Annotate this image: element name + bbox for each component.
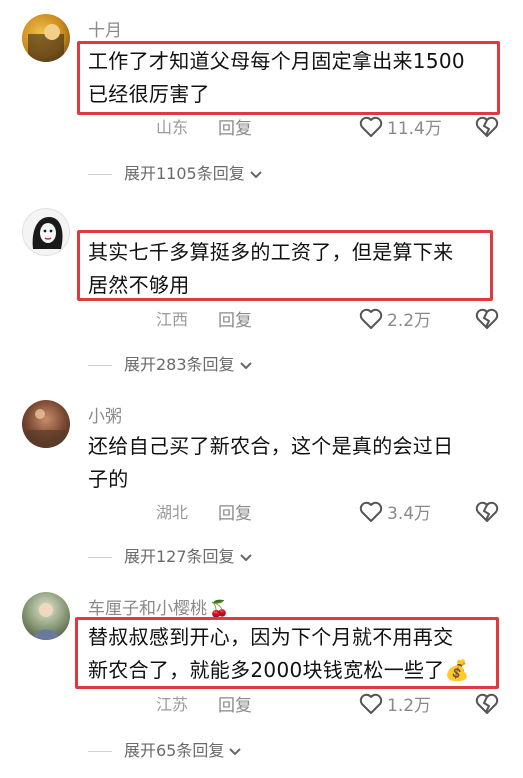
chevron-down-icon <box>239 548 253 567</box>
comment-text: 替叔叔感到开心，因为下个月就不用再交 新农合了，就能多2000块钱宽松一些了💰 <box>88 621 498 687</box>
username-text: 车厘子和小樱桃 <box>88 599 207 619</box>
divider <box>88 557 112 558</box>
reply-button[interactable]: 回复 <box>218 306 252 331</box>
comment-line: 还给自己买了新农合，这个是真的会过日 <box>88 434 454 458</box>
broken-heart-icon[interactable] <box>474 499 500 529</box>
expand-label: 展开1105条回复 <box>124 164 245 183</box>
comment-text: 其实七千多算挺多的工资了，但是算下来 居然不够用 <box>88 236 498 302</box>
location-label: 江苏 <box>156 695 189 714</box>
location-label: 湖北 <box>156 503 189 522</box>
comment-meta: 江西 回复 2.2万 <box>0 306 523 336</box>
like-count: 3.4万 <box>387 504 432 524</box>
comment-meta: 山东 回复 11.4万 <box>0 114 523 144</box>
avatar[interactable] <box>22 592 70 640</box>
comment-line: 居然不够用 <box>88 273 190 297</box>
heart-icon[interactable] <box>358 500 384 528</box>
comment-line-text: 新农合了，就能多2000块钱宽松一些了 <box>88 658 445 682</box>
expand-replies-button[interactable]: 展开1105条回复 <box>88 160 263 184</box>
money-bag-icon: 💰 <box>444 658 470 682</box>
expand-label: 展开127条回复 <box>124 547 235 566</box>
username[interactable]: 十月 <box>88 16 122 41</box>
comment-meta: 江苏 回复 1.2万 <box>0 691 523 721</box>
heart-icon[interactable] <box>358 692 384 720</box>
location-label: 江西 <box>156 310 189 329</box>
avatar[interactable] <box>22 14 70 62</box>
like-count: 1.2万 <box>387 696 432 716</box>
expand-replies-button[interactable]: 展开283条回复 <box>88 351 253 375</box>
chevron-down-icon <box>239 356 253 375</box>
broken-heart-icon[interactable] <box>474 114 500 144</box>
like-count: 2.2万 <box>387 311 432 331</box>
comment-line: 其实七千多算挺多的工资了，但是算下来 <box>88 240 454 264</box>
reply-button[interactable]: 回复 <box>218 499 252 524</box>
comment-meta: 湖北 回复 3.4万 <box>0 499 523 529</box>
avatar[interactable] <box>22 208 70 256</box>
like-count: 11.4万 <box>387 119 442 139</box>
expand-replies-button[interactable]: 展开127条回复 <box>88 543 253 567</box>
comment-line: 新农合了，就能多2000块钱宽松一些了💰 <box>88 654 498 687</box>
comment-text: 还给自己买了新农合，这个是真的会过日 子的 <box>88 430 498 496</box>
comment-line: 替叔叔感到开心，因为下个月就不用再交 <box>88 625 454 649</box>
heart-icon[interactable] <box>358 115 384 143</box>
expand-label: 展开283条回复 <box>124 355 235 374</box>
comment-line: 子的 <box>88 467 129 491</box>
chevron-down-icon <box>228 742 242 761</box>
reply-button[interactable]: 回复 <box>218 691 252 716</box>
reply-button[interactable]: 回复 <box>218 114 252 139</box>
divider <box>88 365 112 366</box>
username[interactable]: 车厘子和小樱桃 🍒 <box>88 594 229 619</box>
broken-heart-icon[interactable] <box>474 691 500 721</box>
expand-replies-button[interactable]: 展开65条回复 <box>88 737 242 761</box>
comment-line: 工作了才知道父母每个月固定拿出来1500 <box>88 49 465 73</box>
avatar[interactable] <box>22 400 70 448</box>
comment-text: 工作了才知道父母每个月固定拿出来1500 已经很厉害了 <box>88 45 498 111</box>
chevron-down-icon <box>249 165 263 184</box>
divider <box>88 174 112 175</box>
comment-line: 已经很厉害了 <box>88 82 210 106</box>
broken-heart-icon[interactable] <box>474 306 500 336</box>
expand-label: 展开65条回复 <box>124 741 225 760</box>
username[interactable]: 小粥 <box>88 402 122 427</box>
location-label: 山东 <box>156 118 189 137</box>
divider <box>88 751 112 752</box>
cherry-icon: 🍒 <box>209 599 229 618</box>
heart-icon[interactable] <box>358 307 384 335</box>
